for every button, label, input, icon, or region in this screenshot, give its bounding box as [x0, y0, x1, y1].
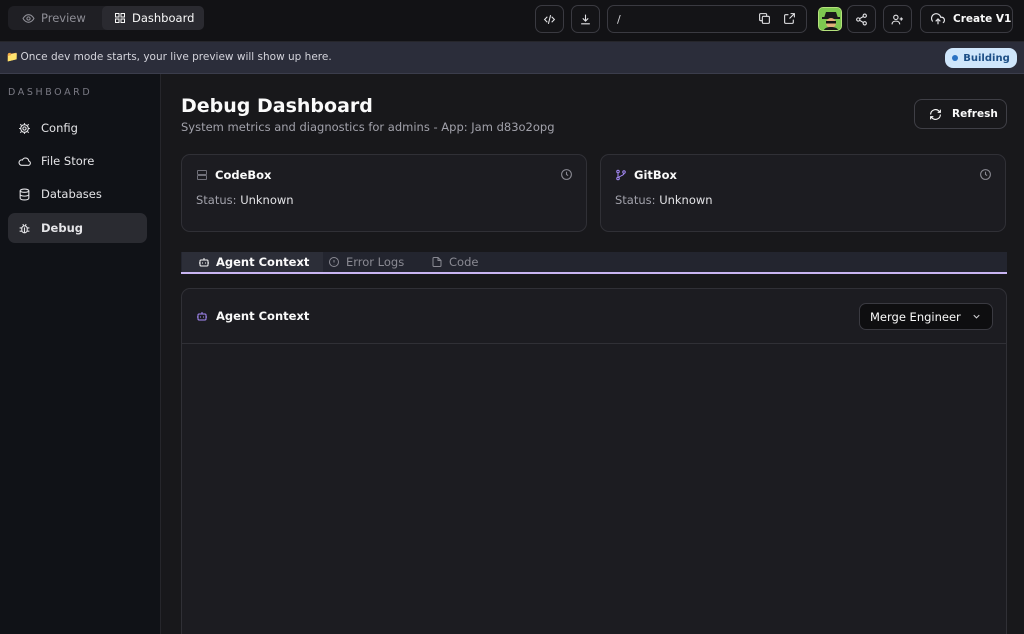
- sidebar-item-label: Debug: [41, 221, 83, 235]
- bug-icon: [18, 222, 31, 235]
- download-icon: [579, 13, 592, 26]
- gitbox-card: GitBox Status: Unknown: [600, 154, 1006, 232]
- share-button[interactable]: [847, 5, 876, 33]
- card-title: CodeBox: [215, 168, 272, 182]
- tab-label: Error Logs: [346, 255, 405, 269]
- create-v1-button[interactable]: Create V1: [920, 5, 1013, 33]
- agent-select[interactable]: Merge Engineer: [859, 303, 993, 330]
- top-bar: Preview Dashboard / Create V1: [0, 0, 1024, 42]
- card-header: CodeBox: [196, 168, 271, 182]
- sidebar-item-debug[interactable]: Debug: [8, 213, 147, 243]
- page-title: Debug Dashboard: [181, 95, 373, 117]
- cloud-upload-icon: [931, 12, 945, 26]
- bot-icon: [198, 256, 210, 268]
- tab-agent-context[interactable]: Agent Context: [182, 252, 324, 272]
- status-value: Unknown: [659, 193, 713, 207]
- chevron-down-icon: [971, 311, 982, 322]
- refresh-label: Refresh: [952, 108, 998, 120]
- sidebar-item-label: Config: [41, 121, 78, 135]
- card-header: GitBox: [615, 168, 677, 182]
- status-label: Status:: [615, 193, 656, 207]
- refresh-button[interactable]: Refresh: [914, 99, 1007, 129]
- download-button[interactable]: [571, 5, 600, 33]
- codebox-card: CodeBox Status: Unknown: [181, 154, 587, 232]
- panel-title-label: Agent Context: [216, 309, 310, 323]
- banner-text: Once dev mode starts, your live preview …: [20, 51, 332, 63]
- cloud-icon: [18, 155, 31, 168]
- tab-error-logs[interactable]: Error Logs: [328, 252, 404, 272]
- alert-circle-icon: [328, 256, 340, 268]
- status-value: Unknown: [240, 193, 294, 207]
- refresh-icon: [929, 108, 942, 121]
- external-link-icon[interactable]: [783, 12, 796, 25]
- clock-icon: [560, 168, 573, 181]
- tab-label: Agent Context: [216, 255, 310, 269]
- tab-code[interactable]: Code: [431, 252, 478, 272]
- database-icon: [18, 188, 31, 201]
- git-branch-icon: [615, 169, 627, 181]
- settings-icon: [18, 122, 31, 135]
- sidebar-item-databases[interactable]: Databases: [8, 179, 147, 209]
- server-icon: [196, 169, 208, 181]
- dev-mode-banner: 📁 Once dev mode starts, your live previe…: [0, 42, 1024, 74]
- panel-header: Agent Context Merge Engineer: [182, 289, 1006, 344]
- copy-icon[interactable]: [758, 12, 771, 25]
- status-label: Status:: [196, 193, 237, 207]
- preview-label: Preview: [41, 11, 86, 25]
- agent-select-value: Merge Engineer: [870, 309, 961, 324]
- status-badge: Building: [945, 48, 1017, 68]
- url-bar[interactable]: /: [607, 5, 807, 33]
- tab-label: Code: [449, 255, 479, 269]
- sidebar-title: DASHBOARD: [8, 87, 93, 98]
- panel-title: Agent Context: [196, 309, 309, 323]
- status-badge-label: Building: [963, 52, 1010, 64]
- sidebar: DASHBOARD Config File Store Databases De…: [0, 74, 161, 634]
- bot-icon: [196, 310, 208, 322]
- tab-bar: Agent Context Error Logs Code: [181, 252, 1007, 274]
- avatar[interactable]: [818, 7, 842, 31]
- sidebar-item-config[interactable]: Config: [8, 113, 147, 143]
- preview-tab[interactable]: Preview: [14, 6, 98, 30]
- card-status: Status: Unknown: [196, 193, 294, 207]
- page-subtitle: System metrics and diagnostics for admin…: [181, 120, 555, 134]
- file-icon: [431, 256, 443, 268]
- agent-context-panel: Agent Context Merge Engineer: [181, 288, 1007, 634]
- share-icon: [855, 13, 868, 26]
- card-title: GitBox: [634, 168, 677, 182]
- add-user-button[interactable]: [883, 5, 912, 33]
- sidebar-item-label: File Store: [41, 154, 95, 168]
- url-path: /: [617, 13, 621, 26]
- eye-icon: [22, 12, 35, 25]
- user-plus-icon: [891, 13, 904, 26]
- grid-icon: [114, 12, 126, 24]
- status-dot-icon: [952, 55, 959, 61]
- sidebar-item-file-store[interactable]: File Store: [8, 146, 147, 176]
- create-label: Create V1: [953, 13, 1012, 25]
- code-icon: [543, 13, 556, 26]
- dashboard-label: Dashboard: [132, 11, 195, 25]
- card-status: Status: Unknown: [615, 193, 713, 207]
- view-switcher: Preview Dashboard: [8, 6, 204, 30]
- code-view-button[interactable]: [535, 5, 564, 33]
- folder-icon: 📁: [6, 51, 19, 63]
- banner-message: 📁 Once dev mode starts, your live previe…: [6, 51, 332, 63]
- clock-icon: [979, 168, 992, 181]
- dashboard-tab[interactable]: Dashboard: [102, 6, 204, 30]
- sidebar-item-label: Databases: [41, 187, 102, 201]
